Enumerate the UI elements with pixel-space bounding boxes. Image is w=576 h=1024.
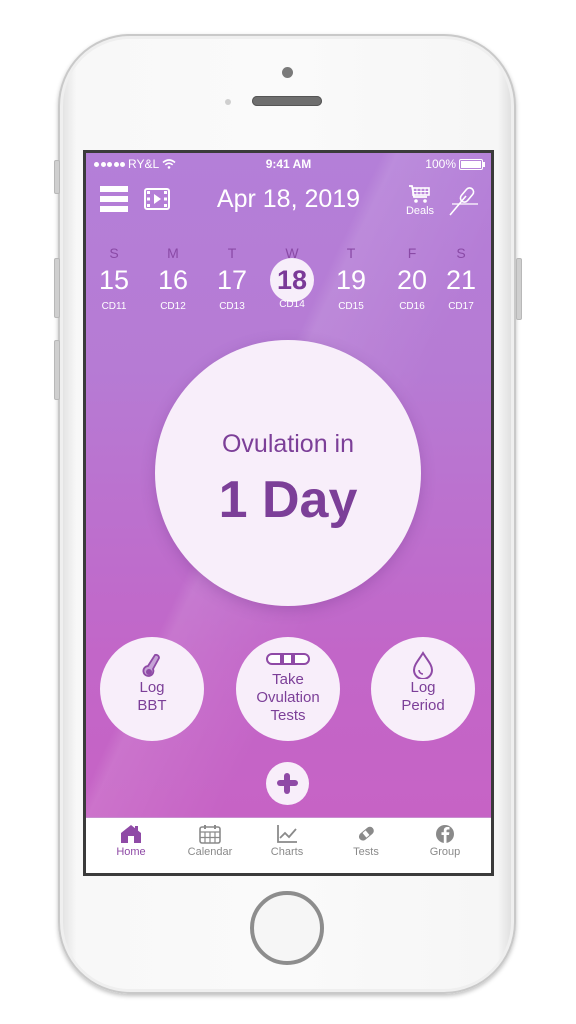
bandage-icon	[358, 826, 374, 841]
action-label: Tests	[270, 707, 306, 724]
tab-tests[interactable]: Tests	[331, 824, 401, 858]
day-number: 19	[335, 265, 367, 295]
day-wednesday-selected[interactable]: W 18 CD14	[267, 245, 317, 310]
day-thursday[interactable]: T 19 CD15	[326, 245, 376, 312]
facebook-icon	[436, 825, 454, 843]
action-label: BBT	[137, 697, 167, 714]
tab-label: Group	[429, 846, 461, 858]
log-period-button[interactable]: Log Period	[371, 637, 475, 741]
drop-icon	[412, 651, 434, 679]
deals-label: Deals	[405, 205, 435, 217]
day-monday[interactable]: M 16 CD12	[148, 245, 198, 312]
ovulation-label: Ovulation in	[221, 430, 355, 458]
day-of-week: T	[346, 245, 356, 261]
proximity-sensor	[225, 99, 231, 105]
day-of-week: F	[407, 245, 417, 261]
cycle-day: CD17	[448, 301, 474, 312]
calendar-icon	[199, 825, 221, 844]
thermometer-icon[interactable]	[446, 184, 480, 218]
cycle-day: CD15	[338, 301, 364, 312]
thermometer-icon	[142, 653, 160, 677]
power-button[interactable]	[516, 258, 522, 320]
ovulation-countdown[interactable]: Ovulation in 1 Day	[155, 340, 421, 606]
cycle-day: CD14	[279, 299, 305, 310]
day-saturday[interactable]: S 21 CD17	[436, 245, 486, 312]
action-label: Log	[410, 679, 436, 696]
tab-group[interactable]: Group	[410, 824, 480, 858]
home-hardware-button[interactable]	[250, 891, 324, 965]
status-bar: RY&L 9:41 AM 100%	[86, 156, 491, 172]
day-number: 20	[396, 265, 428, 295]
day-number-selected: 18	[270, 258, 314, 302]
take-ovulation-tests-button[interactable]: Take Ovulation Tests	[236, 637, 340, 741]
earpiece-speaker	[252, 96, 322, 106]
tab-bar: Home Calendar Charts Tests Group	[86, 817, 491, 873]
test-strip-icon	[266, 653, 310, 665]
tab-home[interactable]: Home	[96, 824, 166, 858]
day-number: 21	[445, 265, 477, 295]
cycle-day: CD12	[160, 301, 186, 312]
log-bbt-button[interactable]: Log BBT	[100, 637, 204, 741]
day-of-week: T	[227, 245, 237, 261]
day-friday[interactable]: F 20 CD16	[387, 245, 437, 312]
day-of-week: S	[456, 245, 466, 261]
tab-label: Calendar	[187, 846, 233, 858]
home-icon	[121, 825, 141, 843]
tab-label: Tests	[353, 846, 379, 858]
tab-charts[interactable]: Charts	[252, 824, 322, 858]
battery-icon	[459, 158, 485, 170]
tab-label: Home	[116, 846, 146, 858]
day-number: 17	[216, 265, 248, 295]
day-tuesday[interactable]: T 17 CD13	[207, 245, 257, 312]
day-number: 15	[98, 265, 130, 295]
deals-button[interactable]: Deals	[400, 184, 440, 217]
cycle-day: CD13	[219, 301, 245, 312]
tab-calendar[interactable]: Calendar	[175, 824, 245, 858]
cart-icon	[409, 185, 430, 203]
day-of-week: S	[109, 245, 119, 261]
cycle-day: CD16	[399, 301, 425, 312]
app-screen: RY&L 9:41 AM 100% Apr 18, 2019 Deals S 1…	[83, 150, 494, 876]
volume-up-button[interactable]	[54, 258, 60, 318]
mute-switch[interactable]	[54, 160, 60, 194]
nav-bar: Apr 18, 2019 Deals	[86, 181, 491, 221]
add-button[interactable]	[266, 762, 309, 805]
tab-label: Charts	[270, 846, 304, 858]
battery-percent: 100%	[425, 157, 456, 171]
day-sunday[interactable]: S 15 CD11	[89, 245, 139, 312]
front-camera	[282, 67, 293, 78]
action-label: Take	[272, 671, 304, 688]
action-label: Period	[401, 697, 445, 714]
day-of-week: M	[167, 245, 179, 261]
chart-icon	[277, 825, 297, 843]
action-label: Ovulation	[256, 689, 320, 706]
ovulation-days: 1 Day	[218, 471, 358, 529]
day-number: 16	[157, 265, 189, 295]
volume-down-button[interactable]	[54, 340, 60, 400]
cycle-day: CD11	[101, 301, 127, 312]
week-strip: S 15 CD11 M 16 CD12 T 17 CD13 W 18 CD14 …	[86, 245, 491, 325]
action-label: Log	[139, 679, 165, 696]
